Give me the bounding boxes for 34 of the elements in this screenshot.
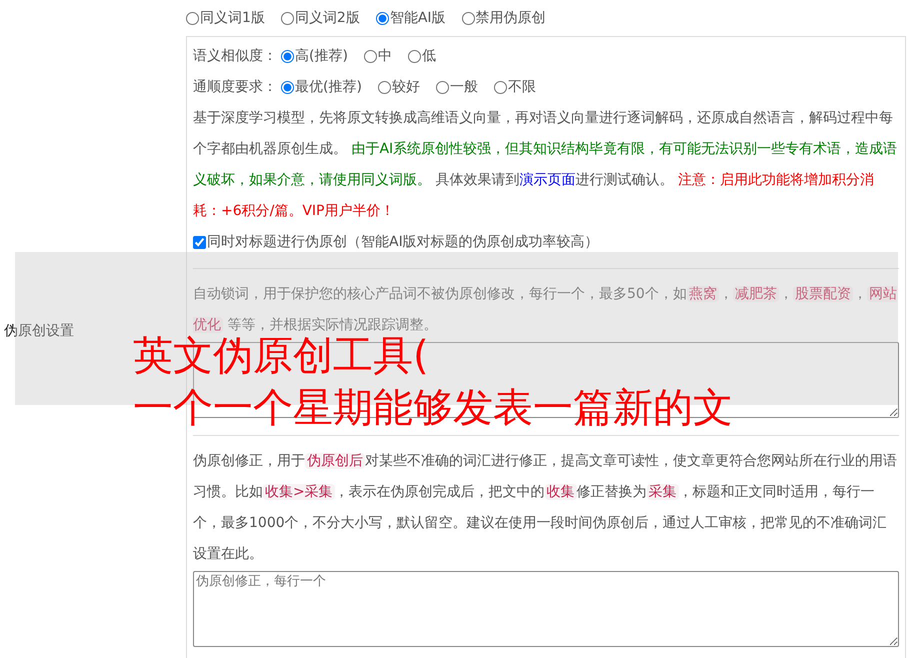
checkbox[interactable] — [193, 236, 206, 249]
section-label: 伪原创设置 — [3, 322, 74, 340]
lock-words-description: 自动锁词，用于保护您的核心产品词不被伪原创修改，每行一个，最多50个，如 燕窝，减肥茶，股票配资，网站优化 等等，并根据实际情况跟踪调整。 — [193, 285, 898, 335]
option-label: 中 — [378, 47, 392, 66]
radio-button[interactable] — [364, 50, 377, 63]
option-label: 智能AI版 — [390, 8, 446, 28]
option-label: 低 — [422, 47, 436, 66]
correction-description: 伪原创修正，用于伪原创后对某些不准确的词汇进行修正，提高文章可读性，使文章更符合您网站所在行业的用语习惯。比如 收集>采集，表示在伪原创完成后，把文中的 收集修正替换为 采集，标题和正文同时适用，每行一个，最多1000个，不分大小写，默认留空。建议在使用一段时间伪原创后，通过人工审核，把常见的不准确词汇设置在此。 — [193, 452, 898, 564]
option-label: 最优(推荐) — [295, 78, 362, 97]
demo-page-link[interactable]: 演示页面 — [519, 172, 576, 188]
option-label: 同时对标题进行伪原创（智能AI版对标题的伪原创成功率较高） — [207, 233, 599, 252]
setting-label: 语义相似度： — [193, 47, 277, 66]
option-label: 同义词1版 — [200, 8, 265, 28]
caption-overlay-title: 英文伪原创工具( — [133, 332, 429, 381]
radio-button[interactable] — [378, 81, 391, 94]
radio-button[interactable] — [281, 50, 294, 63]
caption-overlay-title: 一个一个星期能够发表一篇新的文 — [133, 384, 733, 433]
option-label: 禁用伪原创 — [476, 8, 546, 28]
radio-button[interactable] — [281, 81, 294, 94]
radio-button[interactable] — [186, 12, 199, 24]
option-label: 高(推荐) — [295, 47, 348, 66]
correction-field[interactable]: 伪原创修正，每行一个 — [193, 571, 899, 647]
radio-button[interactable] — [494, 81, 507, 94]
radio-button[interactable] — [280, 12, 294, 24]
option-label: 一般 — [450, 78, 478, 97]
option-label: 不限 — [508, 78, 536, 97]
radio-button[interactable] — [408, 50, 421, 63]
setting-label: 通顺度要求： — [193, 78, 277, 97]
option-label: 同义词2版 — [294, 8, 360, 28]
radio-button[interactable] — [462, 12, 475, 24]
radio-button[interactable] — [376, 12, 389, 24]
radio-button[interactable] — [436, 81, 449, 94]
option-label: 较好 — [392, 78, 420, 97]
ai-description: 基于深度学习模型，先将原文转换成高维语义向量，再对语义向量进行逐词解码，还原成自然语言，解码过程中每个字都由机器原创生成。 由于AI系统原创性较强，但其知识结构毕竟有限，有可能无法识别一些专有术语，造成语义破坏，如果介意，请使用同义词版。 具体效果请到演示页面进行测试确认。 注意：启用此功能将增加积分消耗：+6积分/篇。VIP用户半价！ — [193, 109, 898, 221]
